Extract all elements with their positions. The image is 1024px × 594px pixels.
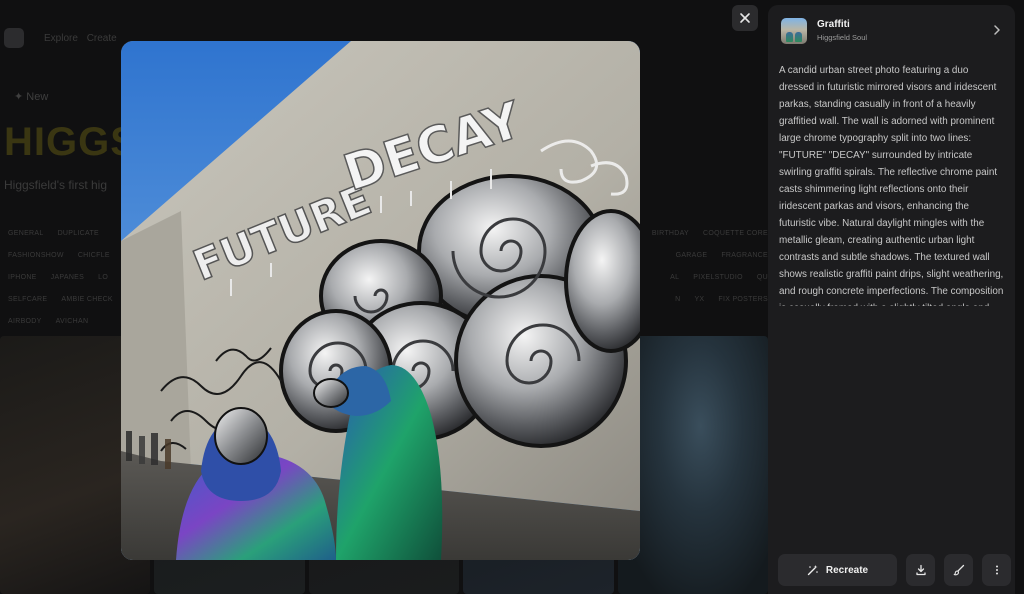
chip: AVICHAN bbox=[55, 317, 89, 325]
close-icon bbox=[740, 13, 750, 23]
generated-image[interactable]: FUTURE DECAY bbox=[121, 41, 640, 560]
nav-item-create: Create bbox=[86, 33, 117, 44]
close-button[interactable] bbox=[732, 5, 758, 31]
chip: FIX POSTERS bbox=[718, 295, 768, 303]
page-subtitle: Higgsfield's first hig bbox=[4, 178, 107, 192]
chip: YX bbox=[694, 295, 705, 303]
chip: IPHONE bbox=[8, 273, 37, 281]
chip: AMBIE CHECK bbox=[61, 295, 113, 303]
new-label: New bbox=[26, 91, 49, 103]
gallery-thumbnail bbox=[617, 336, 769, 594]
image-illustration: FUTURE DECAY bbox=[121, 41, 640, 560]
chip: LO bbox=[98, 273, 109, 281]
chip: JAPANES bbox=[50, 273, 85, 281]
download-icon bbox=[915, 564, 926, 576]
top-nav: Explore Create bbox=[44, 33, 123, 44]
edit-button[interactable] bbox=[944, 554, 973, 586]
download-button[interactable] bbox=[906, 554, 935, 586]
chip: PIXELSTUDIO bbox=[693, 273, 743, 281]
more-vertical-icon bbox=[995, 565, 998, 575]
preset-subtitle: Higgsfield Soul bbox=[817, 33, 868, 42]
more-button[interactable] bbox=[982, 554, 1011, 586]
nav-item-explore: Explore bbox=[44, 33, 78, 44]
preset-header[interactable]: Graffiti Higgsfield Soul bbox=[768, 5, 1015, 57]
chip: FASHIONSHOW bbox=[8, 251, 64, 259]
action-bar: Recreate bbox=[778, 554, 1011, 586]
chip: GENERAL bbox=[8, 229, 44, 237]
chip: COQUETTE CORE bbox=[703, 229, 768, 237]
chip: DUPLICATE bbox=[57, 229, 100, 237]
chip: N bbox=[675, 295, 681, 303]
preset-title: Graffiti bbox=[817, 19, 850, 30]
recreate-button[interactable]: Recreate bbox=[778, 554, 897, 586]
recreate-label: Recreate bbox=[825, 564, 869, 576]
chevron-right-icon bbox=[994, 25, 1000, 35]
brush-icon bbox=[953, 564, 964, 576]
chip: AL bbox=[670, 273, 680, 281]
app-logo bbox=[4, 28, 24, 48]
chip: BIRTHDAY bbox=[651, 229, 690, 237]
magic-wand-icon bbox=[807, 565, 818, 576]
page-title: HIGGS bbox=[4, 120, 138, 164]
new-badge: ✦ New bbox=[14, 91, 49, 103]
chip: FRAGRANCE bbox=[721, 251, 768, 259]
chip: QU bbox=[756, 273, 768, 281]
chip: SELFCARE bbox=[8, 295, 48, 303]
chip: AIRBODY bbox=[8, 317, 42, 325]
chip: CHICFLE bbox=[77, 251, 110, 259]
details-panel: Graffiti Higgsfield Soul A candid urban … bbox=[768, 5, 1015, 594]
prompt-description: A candid urban street photo featuring a … bbox=[779, 65, 1004, 306]
chip: GARAGE bbox=[675, 251, 708, 259]
preset-thumbnail bbox=[781, 18, 807, 44]
